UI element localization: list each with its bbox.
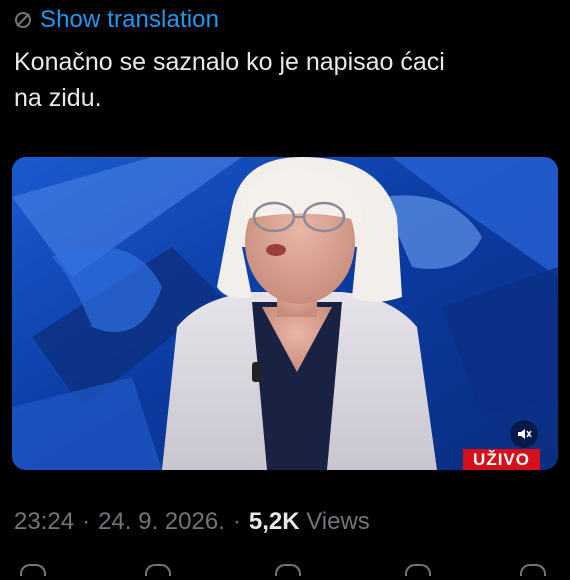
video-frame (12, 157, 558, 470)
show-translation-label: Show translation (40, 6, 220, 33)
show-translation-button[interactable]: Show translation (14, 6, 219, 34)
like-icon[interactable] (275, 564, 301, 576)
views-label: Views (306, 508, 370, 535)
views-label-spacer (300, 508, 307, 536)
globe-slash-icon (14, 11, 32, 29)
views-count[interactable]: 5,2K (249, 508, 300, 536)
tweet-text: Konačno se saznalo ko je napisao ćaci na… (14, 44, 554, 116)
speaker-muted-icon (518, 429, 532, 439)
meta-separator: · (82, 508, 91, 535)
bookmark-icon[interactable] (405, 564, 431, 576)
tweet-time[interactable]: 23:24 (14, 508, 74, 536)
tweet-text-line-2: na zidu. (14, 84, 102, 112)
tweet-meta: 23:24 · 24. 9. 2026. · 5,2K Views (14, 508, 370, 536)
tweet-actions (0, 560, 570, 580)
live-badge: UŽIVO (463, 449, 540, 470)
retweet-icon[interactable] (145, 564, 171, 576)
tweet-video[interactable]: UŽIVO (12, 157, 558, 470)
share-icon[interactable] (520, 564, 546, 576)
tweet-text-line-1: Konačno se saznalo ko je napisao ćaci (14, 48, 445, 76)
reply-icon[interactable] (20, 564, 46, 576)
tweet-date[interactable]: 24. 9. 2026. (98, 508, 225, 536)
meta-separator: · (232, 508, 241, 535)
mute-button[interactable] (510, 420, 538, 448)
